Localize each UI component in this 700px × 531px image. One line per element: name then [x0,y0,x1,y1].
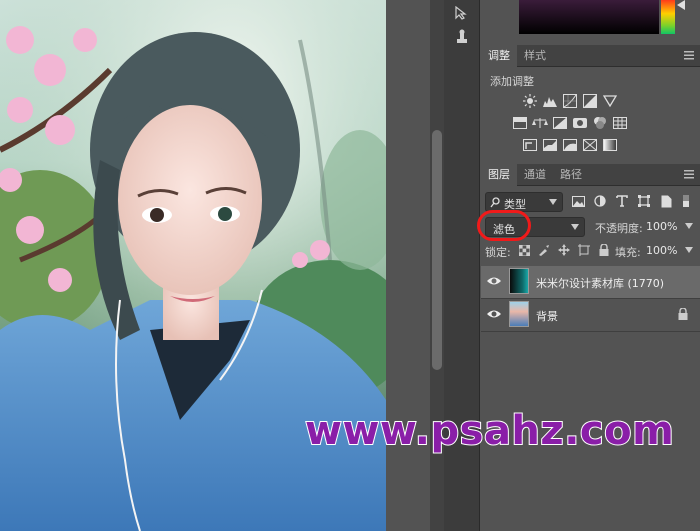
color-balance-icon[interactable] [532,115,548,130]
filter-toggle-icon[interactable] [681,194,691,208]
stamp-icon[interactable] [450,26,474,48]
layer-name[interactable]: 背景 [536,308,558,324]
blend-mode-highlight-annotation [477,210,531,241]
hue-slider[interactable] [661,0,675,34]
chevron-down-icon [549,199,557,205]
panel-menu-icon[interactable] [684,170,694,179]
smart-filter-icon[interactable] [659,194,673,208]
levels-icon[interactable] [542,93,558,108]
curves-icon[interactable] [562,93,578,108]
eye-icon[interactable] [487,275,501,287]
chevron-down-icon[interactable] [685,247,693,253]
opacity-label: 不透明度: [595,222,643,235]
photo-filter-icon[interactable] [572,115,588,130]
shape-filter-icon[interactable] [637,194,651,208]
pixel-filter-icon[interactable] [571,194,585,208]
hue-sat-icon[interactable] [512,115,528,130]
invert-icon[interactable] [522,137,538,152]
layer-row[interactable]: 米米尔设计素材库 (1770) [481,266,700,299]
tab-layers[interactable]: 图层 [481,164,517,186]
layer-thumbnail [509,301,529,327]
adjustment-row-1 [522,93,622,109]
adjust-filter-icon[interactable] [593,194,607,208]
black-white-icon[interactable] [552,115,568,130]
gradient-map-icon[interactable] [602,137,618,152]
type-filter-icon[interactable] [615,194,629,208]
vibrance-icon[interactable] [602,93,618,108]
eye-icon[interactable] [487,308,501,320]
adjustment-row-3 [522,137,622,153]
add-adjustment-label: 添加调整 [490,75,534,88]
lock-all-icon[interactable] [597,243,611,257]
lock-label: 锁定: [485,246,511,259]
posterize-icon[interactable] [542,137,558,152]
search-icon [490,197,500,208]
layers-tabbar: 图层 通道 路径 [481,164,700,186]
adjustments-tabbar: 调整 样式 [481,45,700,67]
canvas-scrollbar-thumb[interactable] [432,130,442,370]
layer-name[interactable]: 米米尔设计素材库 (1770) [536,275,664,291]
lock-transparent-icon[interactable] [517,243,531,257]
panel-menu-icon[interactable] [684,51,694,60]
exposure-icon[interactable] [582,93,598,108]
lock-pixels-icon[interactable] [537,243,551,257]
chevron-down-icon[interactable] [685,223,693,229]
layers-panel: 图层 通道 路径 类型 滤色 不透明度: 100% 锁定: 填充: 100% 米… [477,164,700,531]
lock-artboard-icon[interactable] [577,243,591,257]
tab-styles[interactable]: 样式 [517,45,553,67]
lock-row: 锁定: 填充: 100% [485,242,696,260]
lock-position-icon[interactable] [557,243,571,257]
tab-paths[interactable]: 路径 [553,164,589,186]
tab-adjustments[interactable]: 调整 [481,45,517,67]
selective-color-icon[interactable] [582,137,598,152]
adjustments-panel: 调整 样式 添加调整 [481,45,700,163]
chevron-down-icon [571,224,579,230]
layer-row[interactable]: 背景 [481,299,700,332]
watermark-text: www.psahz.com [304,407,675,455]
fill-label: 填充: [615,246,641,259]
threshold-icon[interactable] [562,137,578,152]
opacity-input[interactable]: 100% [646,220,677,233]
blend-row: 滤色 不透明度: 100% [477,210,696,241]
color-lookup-icon[interactable] [612,115,628,130]
hue-slider-arrow-icon [677,0,685,10]
color-picker-field[interactable] [519,0,659,34]
path-select-icon[interactable] [450,2,474,24]
adjustment-row-2 [512,115,652,131]
brightness-icon[interactable] [522,93,538,108]
fill-input[interactable]: 100% [646,244,677,257]
color-panel [481,0,700,44]
layer-filter-row: 类型 [485,192,696,212]
layer-thumbnail [509,268,529,294]
tab-channels[interactable]: 通道 [517,164,553,186]
channel-mixer-icon[interactable] [592,115,608,130]
layer-filter-select[interactable]: 类型 [485,192,563,212]
lock-icon [678,308,688,320]
